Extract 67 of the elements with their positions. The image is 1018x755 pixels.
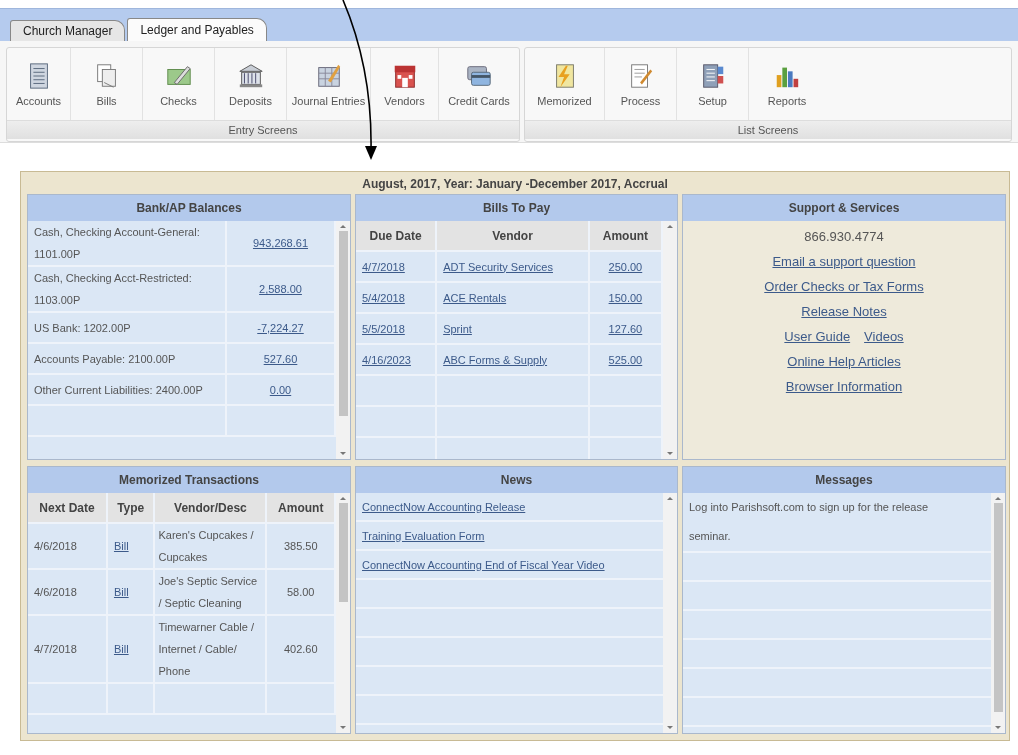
support-link[interactable]: Release Notes (801, 304, 887, 319)
phone-number: 866.930.4774 (804, 229, 884, 244)
amount-link[interactable]: 250.00 (608, 260, 643, 273)
panel-header: Support & Services (683, 195, 1005, 221)
date-cell: 4/7/2018 (28, 615, 107, 683)
support-link[interactable]: Email a support question (772, 254, 916, 269)
vendor-cell: Timewarner Cable / Internet / Cable/ Phone (154, 615, 267, 683)
account-cell: Cash, Checking Acct-Restricted: 1103.00P (28, 266, 226, 312)
column-header: Amount (266, 493, 335, 523)
period-title: August, 2017, Year: January -December 2017, Accrual (361, 176, 669, 193)
amount-link[interactable]: 150.00 (608, 291, 643, 304)
scrollbar[interactable] (336, 221, 350, 459)
column-header: Vendor (436, 221, 589, 251)
support-link[interactable]: Online Help Articles (787, 354, 901, 369)
date-cell: 4/6/2018 (28, 523, 107, 569)
date-link[interactable]: 5/4/2018 (362, 291, 405, 304)
vendor-link[interactable]: ACE Rentals (443, 291, 507, 304)
scrollbar[interactable] (663, 493, 677, 733)
news-link[interactable]: Training Evaluation Form (362, 529, 485, 542)
column-header: Due Date (356, 221, 437, 251)
support-link[interactable]: Videos (864, 329, 904, 344)
column-header: Amount (588, 221, 662, 251)
news-link[interactable]: ConnectNow Accounting Release (362, 500, 526, 513)
news-link[interactable]: ConnectNow Accounting End of Fiscal Year Video (362, 558, 605, 571)
column-header: Type (106, 493, 155, 523)
date-cell: 4/6/2018 (28, 569, 107, 615)
amount-link[interactable]: 2,588.00 (259, 283, 302, 295)
scrollbar[interactable] (991, 493, 1005, 733)
tab[interactable]: Church Manager (10, 20, 126, 41)
column-header: Next Date (28, 493, 107, 523)
type-link[interactable]: Bill (113, 643, 129, 655)
vendor-link[interactable]: ABC Forms & Supply (443, 353, 548, 366)
scrollbar[interactable] (663, 221, 677, 459)
vendor-link[interactable]: Sprint (443, 322, 472, 335)
account-cell: Cash, Checking Account-General: 1101.00P (28, 221, 226, 266)
support-link[interactable]: User Guide (784, 329, 851, 344)
vendor-cell: Karen's Cupcakes / Cupcakes (154, 523, 267, 569)
tab[interactable]: Ledger and Payables (127, 18, 267, 41)
vendor-cell: Joe's Septic Service / Septic Cleaning (154, 569, 267, 615)
amount-link[interactable]: 0.00 (269, 383, 292, 396)
account-cell: US Bank: 1202.00P (28, 312, 226, 343)
column-header: Vendor/Desc (154, 493, 267, 523)
amount-link[interactable]: 943,268.61 (252, 237, 309, 249)
vendor-link[interactable]: ADT Security Services (443, 260, 553, 273)
account-cell: Other Current Liabilities: 2400.00P (28, 374, 226, 405)
amount-link[interactable]: 525.00 (608, 353, 643, 366)
amount-link[interactable]: 127.60 (608, 322, 643, 335)
panel-header: Memorized Transactions (28, 467, 350, 493)
amount-link[interactable]: -7,224.27 (257, 321, 304, 334)
toolbar-button[interactable]: Credit Cards (439, 48, 519, 120)
scrollbar[interactable] (336, 493, 350, 733)
panel-header: Messages (683, 467, 1005, 493)
group-label: List Screens (525, 120, 1011, 139)
support-link[interactable]: Browser Information (785, 379, 903, 394)
date-link[interactable]: 4/7/2018 (362, 260, 405, 273)
type-link[interactable]: Bill (113, 586, 129, 598)
group-label: Entry Screens (7, 120, 519, 139)
support-link[interactable]: Order Checks or Tax Forms (764, 279, 924, 294)
amount-link[interactable]: 527.60 (263, 352, 298, 365)
panel-header: Bills To Pay (356, 195, 677, 221)
panel-header: News (356, 467, 677, 493)
date-link[interactable]: 5/5/2018 (362, 322, 405, 335)
account-cell: Accounts Payable: 2100.00P (28, 343, 226, 374)
panel-header: Bank/AP Balances (28, 195, 350, 221)
type-link[interactable]: Bill (113, 540, 129, 552)
toolbar-button[interactable]: Reports (749, 48, 825, 120)
date-link[interactable]: 4/16/2023 (362, 353, 411, 366)
